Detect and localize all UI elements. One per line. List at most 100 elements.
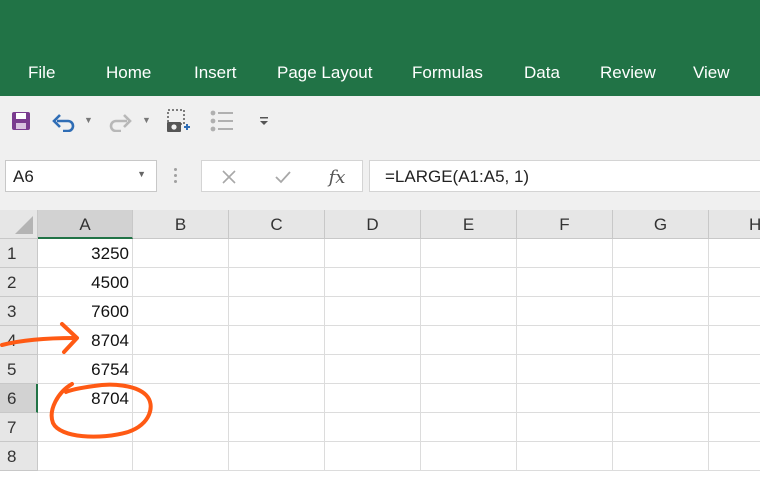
cell-c1[interactable]	[229, 239, 325, 268]
row-header-3[interactable]: 3	[0, 297, 38, 326]
cell-d1[interactable]	[325, 239, 421, 268]
save-icon[interactable]	[8, 106, 34, 136]
undo-icon[interactable]	[50, 106, 78, 136]
cell-g3[interactable]	[613, 297, 709, 326]
cell-e1[interactable]	[421, 239, 517, 268]
cell-g7[interactable]	[613, 413, 709, 442]
screenshot-icon[interactable]	[164, 106, 192, 136]
cell-b3[interactable]	[133, 297, 229, 326]
cell-b8[interactable]	[133, 442, 229, 471]
cell-d7[interactable]	[325, 413, 421, 442]
cell-e5[interactable]	[421, 355, 517, 384]
cell-c5[interactable]	[229, 355, 325, 384]
column-header-f[interactable]: F	[517, 210, 613, 239]
tab-data[interactable]: Data	[524, 63, 560, 83]
tab-file[interactable]: File	[28, 63, 55, 83]
cell-a2[interactable]: 4500	[38, 268, 133, 297]
cell-a8[interactable]	[38, 442, 133, 471]
cell-e8[interactable]	[421, 442, 517, 471]
confirm-icon[interactable]	[268, 164, 298, 190]
tab-review[interactable]: Review	[600, 63, 656, 83]
row-header-1[interactable]: 1	[0, 239, 38, 268]
cell-f5[interactable]	[517, 355, 613, 384]
row-header-6[interactable]: 6	[0, 384, 38, 413]
formula-input[interactable]: =LARGE(A1:A5, 1)	[369, 160, 760, 192]
cell-e7[interactable]	[421, 413, 517, 442]
cell-b5[interactable]	[133, 355, 229, 384]
column-header-e[interactable]: E	[421, 210, 517, 239]
column-header-g[interactable]: G	[613, 210, 709, 239]
cell-h2[interactable]	[709, 268, 760, 297]
cell-d3[interactable]	[325, 297, 421, 326]
cell-a7[interactable]	[38, 413, 133, 442]
cell-d2[interactable]	[325, 268, 421, 297]
cancel-icon[interactable]	[214, 164, 244, 190]
cell-h4[interactable]	[709, 326, 760, 355]
cell-a4[interactable]: 8704	[38, 326, 133, 355]
cell-b4[interactable]	[133, 326, 229, 355]
cell-c8[interactable]	[229, 442, 325, 471]
row-header-8[interactable]: 8	[0, 442, 38, 471]
cell-a6[interactable]: 8704	[38, 384, 133, 413]
cell-h3[interactable]	[709, 297, 760, 326]
cell-a3[interactable]: 7600	[38, 297, 133, 326]
row-header-2[interactable]: 2	[0, 268, 38, 297]
cell-g4[interactable]	[613, 326, 709, 355]
cell-c2[interactable]	[229, 268, 325, 297]
cell-e6[interactable]	[421, 384, 517, 413]
redo-icon[interactable]	[106, 106, 134, 136]
cell-b1[interactable]	[133, 239, 229, 268]
resize-handle-icon[interactable]	[174, 168, 178, 184]
column-header-h[interactable]: H	[709, 210, 760, 239]
cell-f3[interactable]	[517, 297, 613, 326]
cell-e3[interactable]	[421, 297, 517, 326]
cell-e4[interactable]	[421, 326, 517, 355]
tab-home[interactable]: Home	[106, 63, 151, 83]
undo-caret-icon[interactable]: ▼	[84, 115, 93, 125]
cell-d4[interactable]	[325, 326, 421, 355]
cell-b7[interactable]	[133, 413, 229, 442]
cell-c6[interactable]	[229, 384, 325, 413]
cell-c7[interactable]	[229, 413, 325, 442]
row-header-7[interactable]: 7	[0, 413, 38, 442]
name-box[interactable]: A6 ▼	[5, 160, 157, 192]
cell-a5[interactable]: 6754	[38, 355, 133, 384]
cell-f4[interactable]	[517, 326, 613, 355]
cell-g1[interactable]	[613, 239, 709, 268]
cell-f8[interactable]	[517, 442, 613, 471]
tab-insert[interactable]: Insert	[194, 63, 237, 83]
cell-c3[interactable]	[229, 297, 325, 326]
cell-g5[interactable]	[613, 355, 709, 384]
list-icon[interactable]	[208, 106, 236, 136]
cell-h6[interactable]	[709, 384, 760, 413]
cell-g2[interactable]	[613, 268, 709, 297]
cell-d5[interactable]	[325, 355, 421, 384]
cell-b6[interactable]	[133, 384, 229, 413]
chevron-down-icon[interactable]: ▼	[137, 169, 146, 179]
row-header-4[interactable]: 4	[0, 326, 38, 355]
cell-d8[interactable]	[325, 442, 421, 471]
customize-caret-icon[interactable]	[256, 106, 272, 136]
cell-b2[interactable]	[133, 268, 229, 297]
row-header-5[interactable]: 5	[0, 355, 38, 384]
cell-h5[interactable]	[709, 355, 760, 384]
cell-d6[interactable]	[325, 384, 421, 413]
cell-c4[interactable]	[229, 326, 325, 355]
cell-a1[interactable]: 3250	[38, 239, 133, 268]
column-header-b[interactable]: B	[133, 210, 229, 239]
column-header-a[interactable]: A	[38, 210, 133, 239]
cell-e2[interactable]	[421, 268, 517, 297]
tab-formulas[interactable]: Formulas	[412, 63, 483, 83]
column-header-d[interactable]: D	[325, 210, 421, 239]
cell-f1[interactable]	[517, 239, 613, 268]
cell-h8[interactable]	[709, 442, 760, 471]
tab-page-layout[interactable]: Page Layout	[277, 63, 372, 83]
cell-h7[interactable]	[709, 413, 760, 442]
cell-f6[interactable]	[517, 384, 613, 413]
cell-g6[interactable]	[613, 384, 709, 413]
cell-h1[interactable]	[709, 239, 760, 268]
select-all-button[interactable]	[0, 210, 38, 239]
redo-caret-icon[interactable]: ▼	[142, 115, 151, 125]
cell-f7[interactable]	[517, 413, 613, 442]
column-header-c[interactable]: C	[229, 210, 325, 239]
